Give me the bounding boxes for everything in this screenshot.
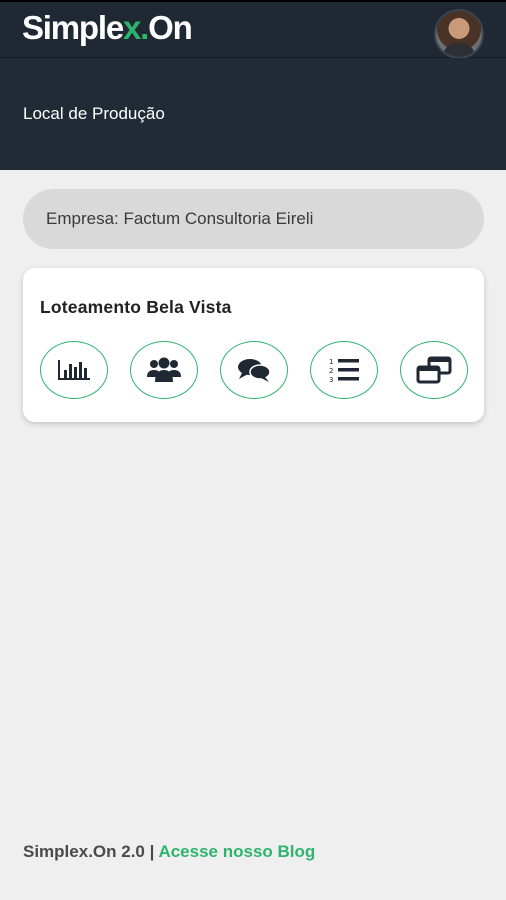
logo-text-dot: . xyxy=(140,9,149,46)
list-button[interactable]: 1 2 3 xyxy=(310,341,378,399)
reports-button[interactable] xyxy=(40,341,108,399)
project-card: Loteamento Bela Vista 1 2 3 xyxy=(23,268,484,422)
team-button[interactable] xyxy=(130,341,198,399)
top-app-bar: Simplex.On xyxy=(0,0,506,59)
svg-text:1: 1 xyxy=(329,358,333,366)
numbered-list-icon: 1 2 3 xyxy=(329,358,359,384)
app-logo[interactable]: Simplex.On xyxy=(22,8,193,48)
avatar-body-shape xyxy=(444,43,474,57)
page-title: Local de Produção xyxy=(23,104,165,123)
blog-link[interactable]: Acesse nosso Blog xyxy=(158,842,315,861)
svg-text:3: 3 xyxy=(329,376,333,384)
bar-chart-icon xyxy=(58,360,90,380)
users-icon xyxy=(147,357,181,382)
svg-text:2: 2 xyxy=(329,367,333,375)
messages-button[interactable] xyxy=(220,341,288,399)
chat-icon xyxy=(238,359,271,382)
logo-text-prefix: Simple xyxy=(22,9,124,46)
page-header: Local de Produção xyxy=(0,58,506,170)
user-avatar[interactable] xyxy=(434,9,484,59)
project-title: Loteamento Bela Vista xyxy=(40,297,232,317)
windows-icon xyxy=(416,356,452,384)
windows-button[interactable] xyxy=(400,341,468,399)
app-version: Simplex.On 2.0 | xyxy=(23,842,159,861)
company-selector[interactable]: Empresa: Factum Consultoria Eireli xyxy=(23,189,484,249)
logo-text-x: x xyxy=(123,9,141,46)
logo-text-suffix: On xyxy=(148,9,193,46)
footer: Simplex.On 2.0 | Acesse nosso Blog xyxy=(23,842,315,862)
